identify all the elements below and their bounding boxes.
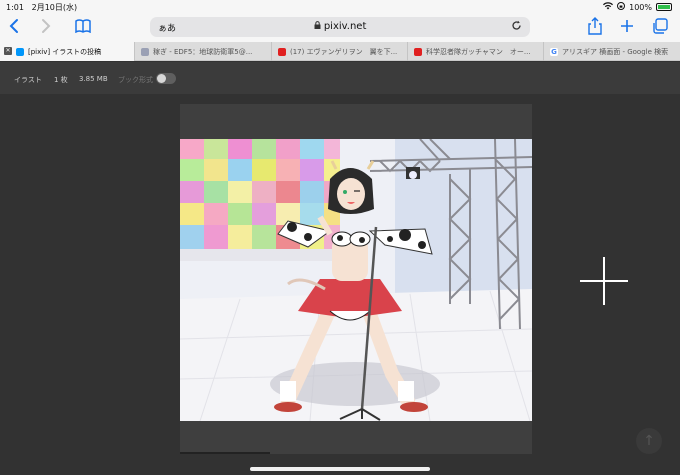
- illustration-type: イラスト: [14, 76, 42, 84]
- tab-youtube-gatchaman[interactable]: 科学忍者隊ガッチャマン オー...: [408, 42, 544, 61]
- share-icon[interactable]: [588, 17, 602, 38]
- tab-label: 稼ぎ - EDF5：地球防衛軍5@...: [153, 47, 253, 56]
- tab-label: アリスギア 横画面 - Google 検索: [562, 47, 669, 56]
- tab-youtube-eva[interactable]: (17) エヴァンゲリヲン 翼を下...: [272, 42, 408, 61]
- youtube-favicon-icon: [414, 47, 422, 56]
- bookmarks-icon[interactable]: [75, 19, 91, 36]
- tab-edf5[interactable]: 稼ぎ - EDF5：地球防衛軍5@...: [135, 42, 272, 61]
- safari-window: { "status": { "time": "1:01", "date": "2…: [0, 0, 680, 475]
- page-count: 1 枚: [54, 76, 68, 84]
- url-text: pixiv.net: [323, 21, 367, 32]
- status-time: 1:01: [6, 3, 24, 12]
- book-format-toggle[interactable]: [156, 73, 176, 84]
- tab-overview-icon[interactable]: [652, 18, 668, 37]
- book-format-label: ブック形式: [118, 76, 153, 84]
- tab-bar: ✕ [pixiv] イラストの投稿 稼ぎ - EDF5：地球防衛軍5@... (…: [0, 42, 680, 61]
- reload-icon[interactable]: [511, 20, 522, 34]
- status-time-date: 1:01 2月10日(水): [6, 2, 77, 13]
- status-bar: 1:01 2月10日(水) 100%: [0, 0, 680, 14]
- youtube-favicon-icon: [278, 47, 286, 56]
- new-tab-icon[interactable]: [620, 19, 634, 36]
- lock-icon: [314, 21, 324, 32]
- upload-info-bar: イラスト 1 枚 3.85 MB ブック形式: [0, 62, 680, 94]
- artwork-image[interactable]: [180, 139, 532, 421]
- google-favicon-icon: G: [550, 47, 558, 56]
- url-display: pixiv.net: [150, 21, 530, 32]
- forward-icon[interactable]: [40, 18, 52, 37]
- orientation-lock-icon: [617, 2, 626, 12]
- toggle-knob: [157, 74, 166, 83]
- scroll-to-top-icon[interactable]: ↑: [636, 428, 662, 454]
- battery-icon: [656, 3, 672, 11]
- tab-google-search[interactable]: G アリスギア 横画面 - Google 検索: [544, 42, 680, 61]
- tab-pixiv[interactable]: ✕ [pixiv] イラストの投稿: [0, 42, 135, 61]
- site-favicon-icon: [141, 47, 149, 56]
- file-size: 3.85 MB: [79, 75, 108, 83]
- status-indicators: 100%: [603, 2, 672, 12]
- tab-label: (17) エヴァンゲリヲン 翼を下...: [290, 47, 398, 56]
- status-date: 2月10日(水): [31, 3, 78, 12]
- scroll-progress-bar: [180, 452, 270, 454]
- tab-label: 科学忍者隊ガッチャマン オー...: [426, 47, 531, 56]
- address-bar[interactable]: ぁあ pixiv.net: [150, 17, 530, 37]
- battery-percent: 100%: [629, 2, 652, 12]
- tab-label: [pixiv] イラストの投稿: [28, 47, 102, 56]
- add-image-plus-icon[interactable]: [580, 257, 628, 305]
- pixiv-favicon-icon: [16, 47, 24, 56]
- back-icon[interactable]: [8, 18, 20, 37]
- home-indicator[interactable]: [250, 467, 430, 471]
- wifi-icon: [603, 2, 614, 12]
- image-preview-frame: [180, 104, 532, 454]
- tab-close-icon[interactable]: ✕: [4, 47, 12, 55]
- browser-toolbar: ぁあ pixiv.net: [0, 14, 680, 42]
- led-panel: [180, 139, 345, 261]
